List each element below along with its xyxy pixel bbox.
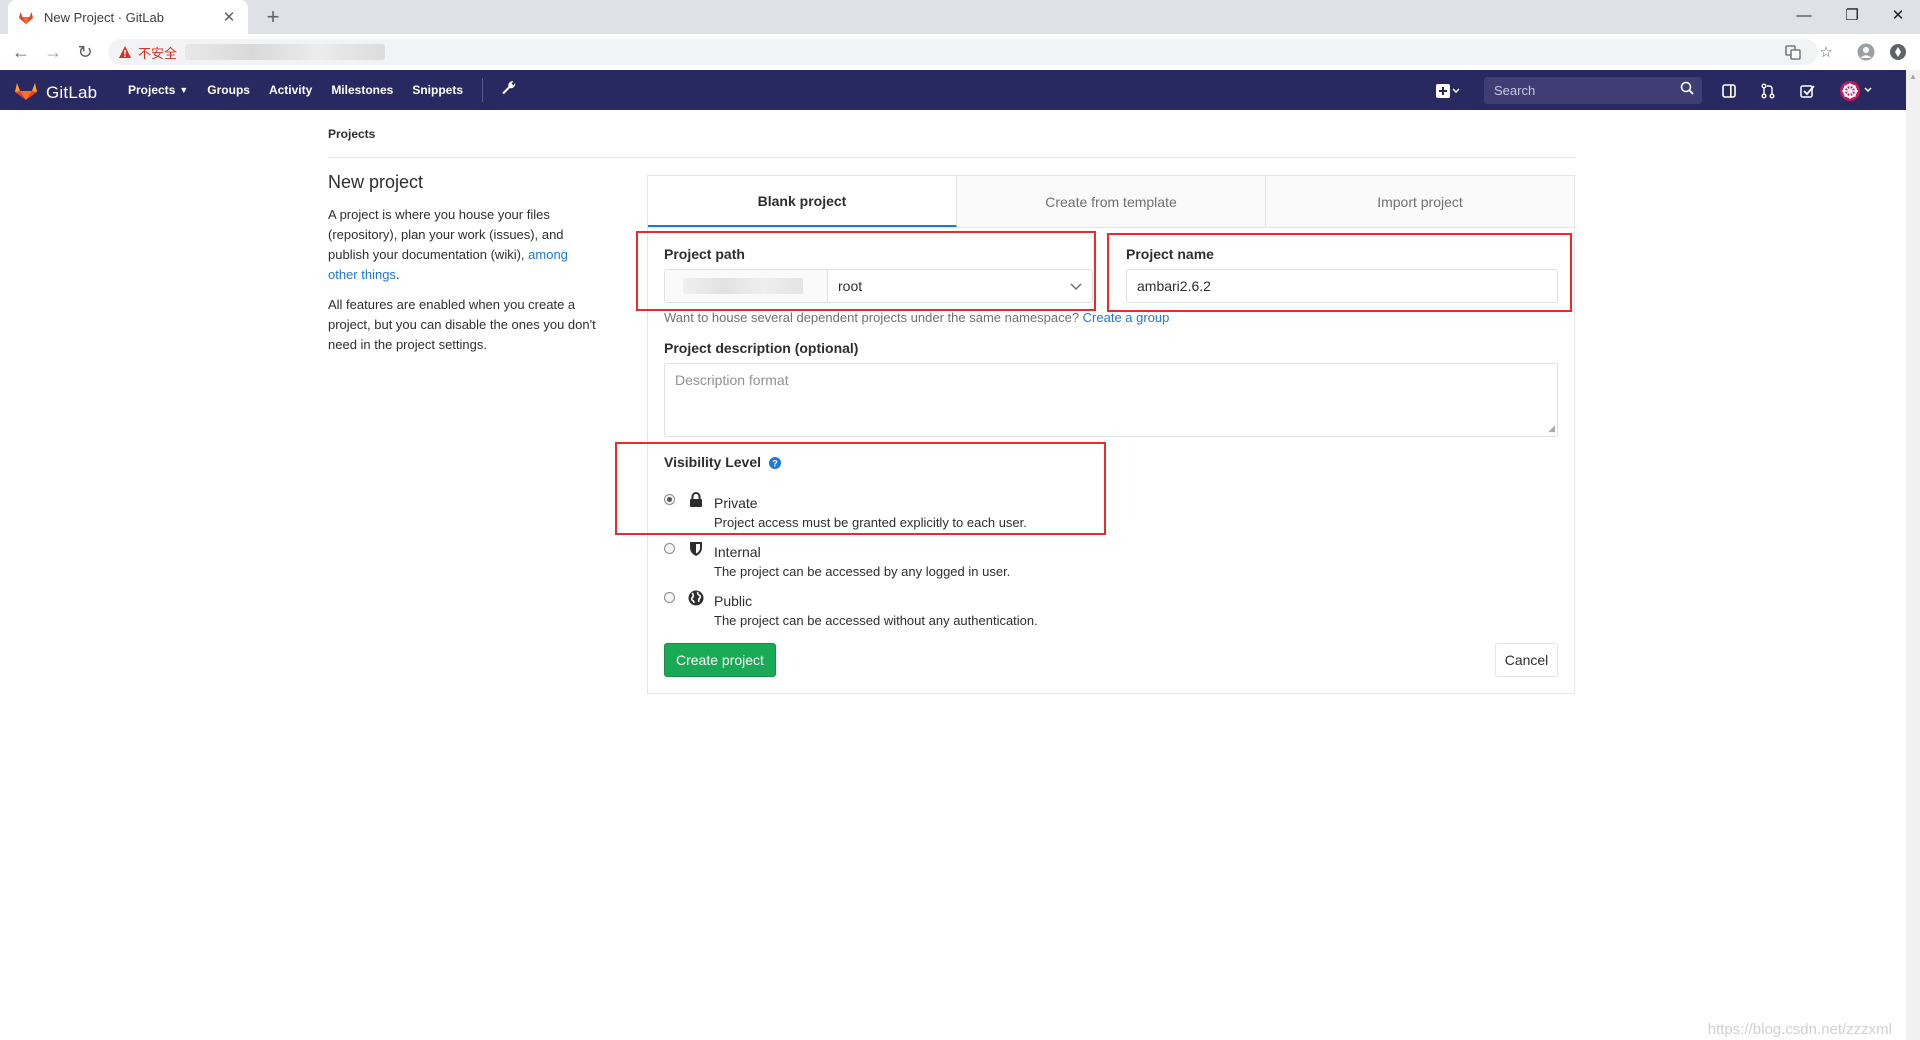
new-tab-icon[interactable]: +	[260, 4, 286, 30]
project-description-textarea[interactable]: Description format ◢	[664, 363, 1558, 437]
redacted-url	[185, 44, 386, 60]
page-title: New project	[328, 172, 424, 192]
description-placeholder: Description format	[675, 372, 789, 388]
todos-icon[interactable]	[1796, 80, 1818, 102]
redacted-host	[683, 278, 803, 294]
watermark-text: https://blog.csdn.net/zzzxml	[1707, 1021, 1892, 1038]
translate-icon[interactable]	[1782, 41, 1804, 63]
nav-activity[interactable]: Activity	[269, 83, 312, 97]
gitlab-logo-text: GitLab	[46, 82, 98, 102]
tab-blank-project[interactable]: Blank project	[648, 176, 957, 227]
scroll-up-arrow-icon[interactable]: ▲	[1909, 72, 1917, 81]
breadcrumb[interactable]: Projects	[328, 127, 375, 141]
bookmark-star-icon[interactable]: ☆	[1815, 41, 1837, 63]
internal-title: Internal	[714, 544, 761, 560]
profile-avatar-icon[interactable]	[1855, 41, 1877, 63]
create-project-button[interactable]: Create project	[664, 643, 776, 677]
nav-milestones[interactable]: Milestones	[331, 83, 393, 97]
nav-groups[interactable]: Groups	[207, 83, 250, 97]
minimize-icon[interactable]: —	[1782, 0, 1826, 30]
question-circle-icon[interactable]: ?	[768, 457, 781, 470]
reload-icon[interactable]: ↻	[73, 40, 97, 64]
project-name-input[interactable]: ambari2.6.2	[1126, 269, 1558, 303]
namespace-select[interactable]: root	[828, 270, 1092, 302]
public-title: Public	[714, 593, 753, 609]
private-radio[interactable]	[664, 494, 675, 505]
svg-text:?: ?	[772, 459, 778, 469]
namespace-help-text: Want to house several dependent projects…	[664, 310, 1170, 325]
namespace-value: root	[838, 278, 863, 294]
private-title: Private	[714, 495, 758, 511]
chevron-down-icon	[1070, 278, 1082, 294]
insecure-label: 不安全	[138, 45, 178, 61]
lock-icon	[688, 492, 704, 508]
nav-projects[interactable]: Projects ▼	[128, 83, 188, 97]
project-description-label: Project description (optional)	[664, 340, 859, 356]
browser-tab-title: New Project · GitLab	[44, 9, 164, 25]
intro-paragraph-1: A project is where you house your files …	[328, 207, 568, 282]
visibility-level-label: Visibility Level ?	[664, 454, 781, 470]
cancel-button[interactable]: Cancel	[1495, 643, 1558, 677]
path-url-prefix	[665, 270, 828, 302]
internal-description: The project can be accessed by any logge…	[714, 564, 1011, 579]
project-path-group: root	[664, 269, 1093, 303]
project-name-label: Project name	[1126, 246, 1214, 262]
header-search[interactable]	[1484, 77, 1702, 104]
restore-icon[interactable]: ❐	[1830, 0, 1874, 30]
new-project-panel: Blank project Create from template Impor…	[647, 175, 1575, 694]
chevron-down-icon: ▼	[179, 85, 189, 95]
public-description: The project can be accessed without any …	[714, 613, 1038, 628]
nav-divider	[482, 78, 483, 102]
tab-create-from-template[interactable]: Create from template	[957, 176, 1266, 227]
resize-grip-icon[interactable]: ◢	[1548, 423, 1555, 434]
shield-icon	[688, 541, 704, 557]
project-path-label: Project path	[664, 246, 745, 262]
gitlab-main-nav: Projects ▼ Groups Activity Milestones Sni…	[128, 70, 517, 110]
gitlab-header: GitLab Projects ▼ Groups Activity Milesto…	[0, 70, 1906, 110]
tab-import-project[interactable]: Import project	[1266, 176, 1574, 227]
page-scrollbar[interactable]: ▲	[1906, 70, 1920, 1040]
breadcrumb-divider	[328, 157, 1575, 158]
private-description: Project access must be granted explicitl…	[714, 515, 1027, 530]
admin-wrench-icon[interactable]	[501, 80, 517, 101]
merge-request-icon[interactable]	[1757, 80, 1779, 102]
gitlab-logo[interactable]: GitLab	[14, 79, 97, 106]
user-avatar-icon[interactable]	[1838, 80, 1878, 102]
extension-icon[interactable]	[1887, 41, 1909, 63]
forward-arrow-icon[interactable]: →	[41, 40, 65, 64]
create-group-link[interactable]: Create a group	[1083, 310, 1170, 325]
new-item-plus-icon[interactable]	[1434, 80, 1464, 102]
intro-paragraph-2: All features are enabled when you create…	[328, 297, 596, 352]
warning-icon	[118, 45, 132, 59]
browser-tab[interactable]: New Project · GitLab ✕	[8, 0, 248, 34]
window-close-icon[interactable]: ✕	[1876, 0, 1920, 30]
intro-section: New project A project is where you house…	[328, 172, 600, 365]
globe-icon	[688, 590, 704, 606]
browser-tab-strip: New Project · GitLab ✕ + — ❐ ✕	[0, 0, 1920, 34]
public-radio[interactable]	[664, 592, 675, 603]
internal-radio[interactable]	[664, 543, 675, 554]
search-input[interactable]	[1492, 82, 1680, 99]
sidebar-toggle-icon[interactable]	[1718, 80, 1740, 102]
address-bar[interactable]: 不安全	[108, 39, 1818, 65]
tab-close-icon[interactable]: ✕	[220, 8, 238, 26]
project-tabs: Blank project Create from template Impor…	[648, 176, 1574, 228]
gitlab-favicon-icon	[18, 9, 34, 25]
nav-snippets[interactable]: Snippets	[412, 83, 463, 97]
browser-toolbar: ← → ↻ 不安全 ☆	[0, 34, 1920, 71]
search-icon[interactable]	[1680, 81, 1694, 100]
gitlab-tanuki-icon	[14, 79, 38, 106]
back-arrow-icon[interactable]: ←	[9, 40, 33, 64]
